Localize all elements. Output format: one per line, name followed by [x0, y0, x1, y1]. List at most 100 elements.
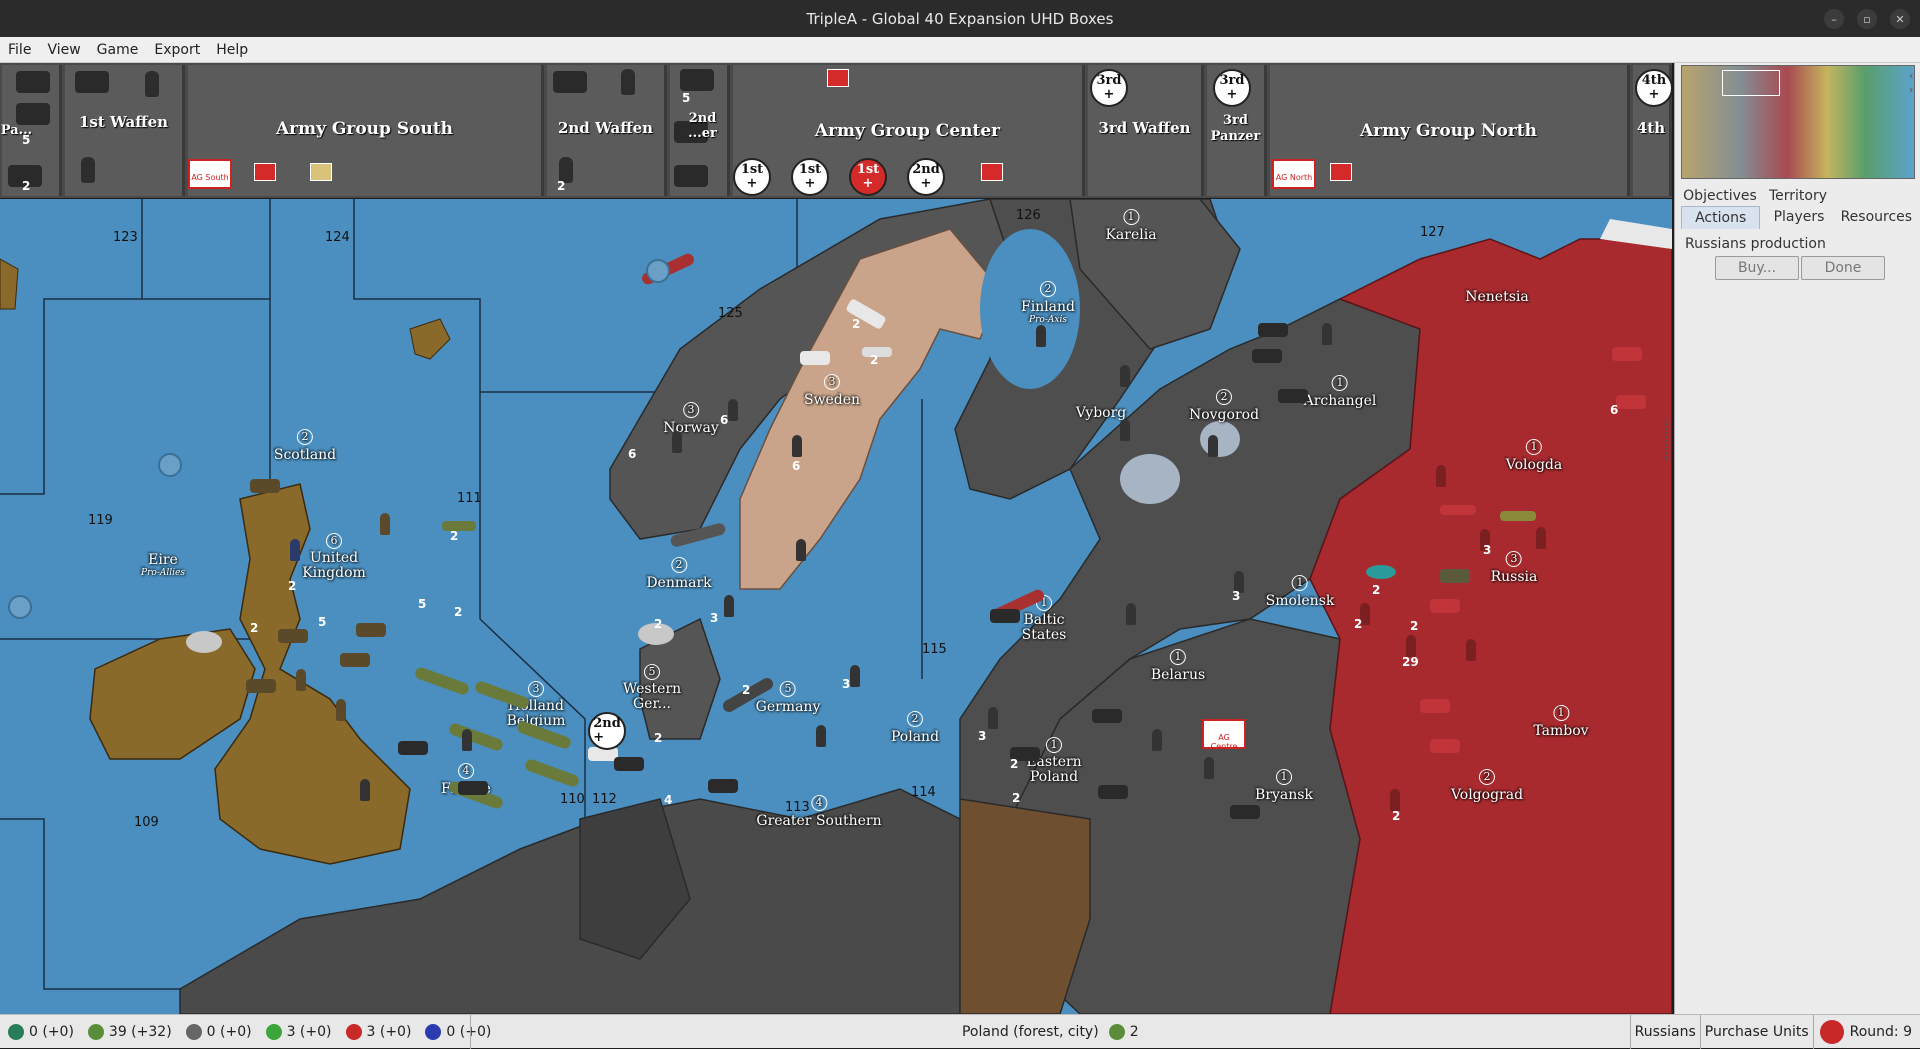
factory-icon[interactable] — [614, 757, 644, 771]
maximize-icon[interactable]: ▫ — [1857, 9, 1877, 29]
territory-eire[interactable] — [89, 628, 256, 760]
tank-icon[interactable] — [340, 653, 370, 667]
territory-label-smolensk[interactable]: 1 Smolensk — [1266, 575, 1334, 609]
infantry-icon[interactable] — [1204, 757, 1214, 779]
territory-label-vyborg[interactable]: Vyborg — [1076, 405, 1127, 421]
infantry-icon[interactable] — [360, 779, 370, 801]
territory-label-archangel[interactable]: 1 Archangel — [1304, 375, 1376, 409]
tank-icon[interactable] — [1616, 395, 1646, 409]
fighter-icon[interactable] — [1500, 511, 1536, 521]
tab-players[interactable]: Players — [1760, 206, 1837, 229]
tank-icon[interactable] — [1430, 739, 1460, 753]
tank-icon[interactable] — [990, 609, 1020, 623]
tab-territory[interactable]: Territory — [1759, 185, 1837, 207]
buy-button[interactable]: Buy... — [1715, 256, 1799, 280]
unit-group-army-group-north[interactable]: Army Group North AG North — [1270, 65, 1630, 196]
unit-group-4th[interactable]: 4th + 4th — [1633, 65, 1672, 196]
done-button[interactable]: Done — [1801, 256, 1885, 280]
tank-icon[interactable] — [708, 779, 738, 793]
tank-icon[interactable] — [1278, 389, 1308, 403]
infantry-icon[interactable] — [1126, 603, 1136, 625]
tab-resources[interactable]: Resources — [1838, 206, 1915, 229]
infantry-icon[interactable] — [336, 699, 346, 721]
chevron-right-icon[interactable]: › — [1909, 83, 1913, 96]
tank-icon[interactable] — [1612, 347, 1642, 361]
territory-label-poland[interactable]: 2 Poland — [891, 711, 939, 745]
infantry-icon[interactable] — [672, 431, 682, 453]
infantry-icon[interactable] — [290, 539, 300, 561]
infantry-icon[interactable] — [462, 729, 472, 751]
unit-group-1st-waffen[interactable]: 1st Waffen — [65, 65, 185, 196]
territory-label-belarus[interactable]: 1 Belarus — [1151, 649, 1205, 683]
territory-label-novgorod[interactable]: 2 Novgorod — [1189, 389, 1259, 423]
infantry-icon[interactable] — [728, 399, 738, 421]
infantry-icon[interactable] — [988, 707, 998, 729]
unit-group-3rd-waffen[interactable]: 3rd + 3rd Waffen — [1088, 65, 1204, 196]
infantry-icon[interactable] — [724, 595, 734, 617]
menu-file[interactable]: File — [0, 42, 39, 58]
artillery-icon[interactable] — [1258, 323, 1288, 337]
game-map[interactable]: 123 124 125 126 127 119 111 110 112 113 … — [0, 199, 1672, 1014]
territory-label-russia[interactable]: 3 Russia — [1491, 551, 1537, 585]
infantry-icon[interactable] — [850, 665, 860, 687]
infantry-icon[interactable] — [1120, 419, 1130, 441]
infantry-icon[interactable] — [296, 669, 306, 691]
territory-label-sweden[interactable]: 3 Sweden — [804, 374, 860, 408]
infantry-icon[interactable] — [1390, 789, 1400, 811]
tank-icon[interactable] — [278, 629, 308, 643]
minimap-viewport[interactable] — [1722, 70, 1780, 96]
infantry-icon[interactable] — [1152, 729, 1162, 751]
territory-label-vologda[interactable]: 1 Vologda — [1506, 439, 1562, 473]
tank-icon[interactable] — [800, 351, 830, 365]
territory-label-nenetsia[interactable]: Nenetsia — [1465, 289, 1528, 305]
unit-group-2nd-waffen[interactable]: 2nd Waffen 2 — [547, 65, 667, 196]
tab-actions[interactable]: Actions — [1681, 206, 1761, 229]
infantry-icon[interactable] — [1120, 365, 1130, 387]
infantry-icon[interactable] — [816, 725, 826, 747]
unit-group-army-group-center[interactable]: Army Group Center 1st + 1st + 1st + 2nd + — [733, 65, 1085, 196]
infantry-icon[interactable] — [1536, 527, 1546, 549]
tank-icon[interactable] — [458, 781, 488, 795]
menu-export[interactable]: Export — [146, 42, 208, 58]
territory-label-norway[interactable]: 3 Norway — [663, 402, 719, 436]
menu-help[interactable]: Help — [208, 42, 256, 58]
unit-group-army-group-south[interactable]: Army Group South AG South — [188, 65, 544, 196]
territory-label-volgograd[interactable]: 2 Volgograd — [1451, 769, 1523, 803]
infantry-icon[interactable] — [1322, 323, 1332, 345]
territory-label-western-germany[interactable]: 5 Western Ger... — [612, 664, 692, 712]
factory-icon[interactable] — [1440, 569, 1470, 583]
map-canvas[interactable] — [0, 199, 1672, 1014]
unit-group-2nd-panzer[interactable]: 2nd ...er 5 — [670, 65, 730, 196]
unit-group-panzer[interactable]: Pa... 5 2 — [1, 65, 62, 196]
territory-label-karelia[interactable]: 1 Karelia — [1105, 209, 1157, 243]
fighter-icon[interactable] — [442, 521, 476, 531]
territory-label-tambov[interactable]: 1 Tambov — [1533, 705, 1589, 739]
close-icon[interactable]: ✕ — [1890, 9, 1910, 29]
tank-icon[interactable] — [1430, 599, 1460, 613]
artillery-icon[interactable] — [398, 741, 428, 755]
infantry-icon[interactable] — [380, 513, 390, 535]
infantry-icon[interactable] — [1036, 325, 1046, 347]
territory-label-united-kingdom[interactable]: 6 United Kingdom — [294, 533, 374, 581]
corps-badge-icon[interactable]: 2nd + — [588, 712, 626, 750]
infantry-icon[interactable] — [1466, 639, 1476, 661]
factory-icon[interactable] — [356, 623, 386, 637]
infantry-icon[interactable] — [1436, 465, 1446, 487]
territory-label-eastern-poland[interactable]: 1 Eastern Poland — [1019, 737, 1089, 785]
infantry-icon[interactable] — [796, 539, 806, 561]
territory-eastern-poland[interactable] — [959, 798, 1091, 1014]
territory-label-denmark[interactable]: 2 Denmark — [646, 557, 712, 591]
tank-icon[interactable] — [1230, 805, 1260, 819]
territory-iceland[interactable] — [0, 258, 19, 310]
territory-label-scotland[interactable]: 2 Scotland — [274, 429, 336, 463]
minimize-icon[interactable]: – — [1824, 9, 1844, 29]
unit-group-3rd-panzer[interactable]: 3rd + 3rd Panzer — [1207, 65, 1267, 196]
territory-label-bryansk[interactable]: 1 Bryansk — [1255, 769, 1313, 803]
territory-shetland[interactable] — [409, 318, 451, 360]
menu-view[interactable]: View — [39, 42, 88, 58]
artillery-icon[interactable] — [1420, 699, 1450, 713]
territory-label-eire[interactable]: Eire Pro-Allies — [141, 552, 185, 578]
tank-icon[interactable] — [1092, 709, 1122, 723]
tank-icon[interactable] — [1252, 349, 1282, 363]
infantry-icon[interactable] — [792, 435, 802, 457]
